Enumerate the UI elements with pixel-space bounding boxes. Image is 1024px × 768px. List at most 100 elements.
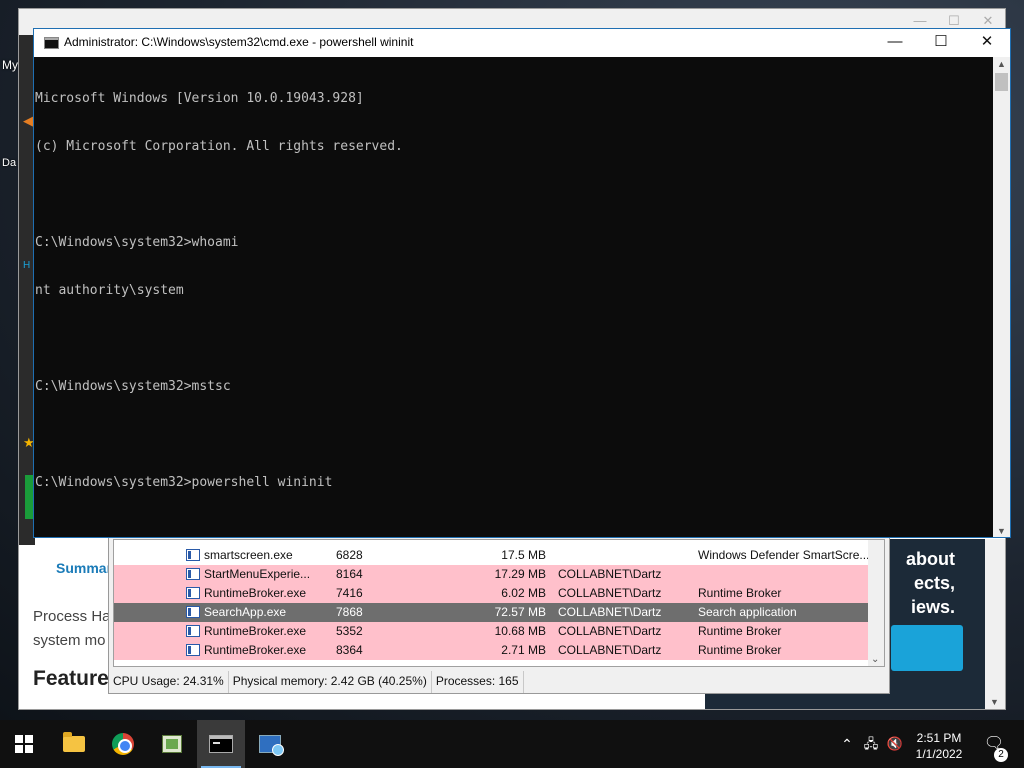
process-pid: 7416 (336, 586, 363, 600)
process-memory: 2.71 MB (501, 643, 546, 657)
table-row[interactable]: RuntimeBroker.exe 7416 6.02 MB COLLABNET\Da… (114, 584, 870, 603)
features-heading: Features (33, 667, 113, 690)
process-name: StartMenuExperie... (204, 567, 311, 581)
cmd-title: Administrator: C:\Windows\system32\cmd.e… (64, 35, 414, 49)
process-memory: 17.29 MB (494, 567, 546, 581)
clock-time: 2:51 PM (916, 731, 962, 745)
taskbar: ⌃ 🖧 🔇 2:51 PM 1/1/2022 🗨 2 (0, 720, 1024, 768)
taskbar-process-hacker[interactable] (148, 720, 196, 768)
scrollbar-thumb[interactable] (995, 73, 1008, 91)
process-pid: 6828 (336, 548, 363, 562)
process-user: COLLABNET\Dartz (558, 567, 662, 581)
folder-icon (63, 732, 85, 752)
process-user: COLLABNET\Dartz (558, 643, 662, 657)
physical-memory: Physical memory: 2.42 GB (40.25%) (229, 671, 432, 693)
table-row[interactable]: smartscreen.exe 6828 17.5 MB Windows Defend… (114, 546, 870, 565)
process-user: COLLABNET\Dartz (558, 624, 662, 638)
cmd-scrollbar[interactable]: ▲ ▼ (993, 57, 1010, 537)
process-memory: 72.57 MB (494, 605, 546, 619)
console-line: C:\Windows\system32>powershell wininit (35, 475, 333, 490)
table-row[interactable]: StartMenuExperie... 8164 17.29 MB COLLABNET… (114, 565, 870, 584)
process-pid: 7868 (336, 605, 363, 619)
network-icon[interactable]: 🖧 (860, 720, 882, 768)
desktop-icon-label[interactable]: Da (2, 157, 16, 169)
body-line: system mo (33, 632, 106, 649)
process-window-icon (186, 587, 200, 599)
desktop-icon-label[interactable]: My (2, 58, 18, 72)
process-description: Windows Defender SmartScre... (698, 548, 868, 562)
system-clock[interactable]: 2:51 PM 1/1/2022 (906, 730, 972, 762)
clock-date: 1/1/2022 (915, 747, 963, 761)
process-name: SearchApp.exe (204, 605, 287, 619)
console-line: C:\Windows\system32>whoami (35, 235, 239, 250)
process-count: Processes: 165 (432, 671, 524, 693)
taskbar-chrome[interactable] (99, 720, 147, 768)
chevron-down-icon[interactable]: ▼ (997, 526, 1006, 536)
process-list[interactable]: smartscreen.exe 6828 17.5 MB Windows Defend… (113, 539, 885, 667)
process-window-icon (186, 606, 200, 618)
process-hacker-icon (162, 735, 182, 753)
minimize-button[interactable]: — (872, 29, 918, 57)
browser-scrollbar[interactable]: ▼ (985, 539, 1005, 709)
speaker-muted-icon[interactable]: 🔇 (884, 720, 906, 768)
taskbar-remote-desktop[interactable] (246, 720, 294, 768)
chevron-up-icon[interactable]: ▲ (997, 59, 1006, 69)
process-name: smartscreen.exe (204, 548, 293, 562)
notification-badge: 2 (994, 748, 1008, 762)
console-output[interactable]: Microsoft Windows [Version 10.0.19043.92… (34, 57, 994, 537)
ad-button[interactable] (891, 625, 963, 671)
console-line: (c) Microsoft Corporation. All rights re… (35, 139, 403, 154)
process-user: COLLABNET\Dartz (558, 605, 662, 619)
process-name: RuntimeBroker.exe (204, 586, 307, 600)
terminal-icon (44, 37, 59, 49)
taskbar-command-prompt[interactable] (197, 720, 245, 768)
cmd-titlebar[interactable]: Administrator: C:\Windows\system32\cmd.e… (34, 29, 1010, 57)
table-row[interactable] (114, 664, 870, 666)
process-memory: 17.5 MB (501, 548, 546, 562)
process-list-scrollbar[interactable]: ⌄ (868, 540, 884, 666)
page-body-text: Process Ha system mo (33, 605, 113, 653)
download-button[interactable] (25, 475, 33, 519)
maximize-button[interactable]: ☐ (918, 29, 964, 57)
table-row[interactable]: RuntimeBroker.exe 5352 10.68 MB COLLABNET\D… (114, 622, 870, 641)
back-arrow-icon[interactable]: ◀ (23, 113, 33, 129)
taskbar-file-explorer[interactable] (50, 720, 98, 768)
start-button[interactable] (0, 720, 48, 768)
process-hacker-window: smartscreen.exe 6828 17.5 MB Windows Defend… (108, 536, 890, 694)
remote-desktop-icon (259, 735, 284, 756)
console-line: Microsoft Windows [Version 10.0.19043.92… (35, 91, 364, 106)
summary-tab[interactable]: Summar (56, 560, 112, 576)
terminal-icon (209, 735, 233, 753)
process-name: RuntimeBroker.exe (204, 624, 307, 638)
process-description: Runtime Broker (698, 624, 782, 638)
chevron-up-icon[interactable]: ⌃ (838, 720, 856, 768)
console-line: C:\Windows\system32>mstsc (35, 379, 231, 394)
process-memory: 10.68 MB (494, 624, 546, 638)
status-bar: CPU Usage: 24.31% Physical memory: 2.42 … (109, 671, 889, 693)
process-description: Runtime Broker (698, 586, 782, 600)
process-window-icon (186, 625, 200, 637)
process-window-icon (186, 549, 200, 561)
chrome-icon (112, 733, 134, 755)
scroll-down-arrow-icon[interactable]: ▼ (990, 697, 999, 707)
process-user: COLLABNET\Dartz (558, 586, 662, 600)
close-button[interactable]: ✕ (964, 29, 1010, 57)
process-memory: 6.02 MB (501, 586, 546, 600)
process-description: Search application (698, 605, 797, 619)
table-row[interactable]: RuntimeBroker.exe 8364 2.71 MB COLLABNET\Da… (114, 641, 870, 660)
process-window-icon (186, 568, 200, 580)
link-marker-icon: H (23, 260, 31, 271)
process-pid: 8164 (336, 567, 363, 581)
process-pid: 8364 (336, 643, 363, 657)
table-row[interactable]: SearchApp.exe 7868 72.57 MB COLLABNET\Dartz… (114, 603, 870, 622)
chevron-down-icon[interactable]: ⌄ (871, 654, 879, 665)
cmd-window[interactable]: Administrator: C:\Windows\system32\cmd.e… (33, 28, 1011, 538)
process-description: Runtime Broker (698, 643, 782, 657)
process-window-icon (186, 644, 200, 656)
console-line: nt authority\system (35, 283, 184, 298)
windows-logo-icon (15, 735, 33, 753)
process-pid: 5352 (336, 624, 363, 638)
